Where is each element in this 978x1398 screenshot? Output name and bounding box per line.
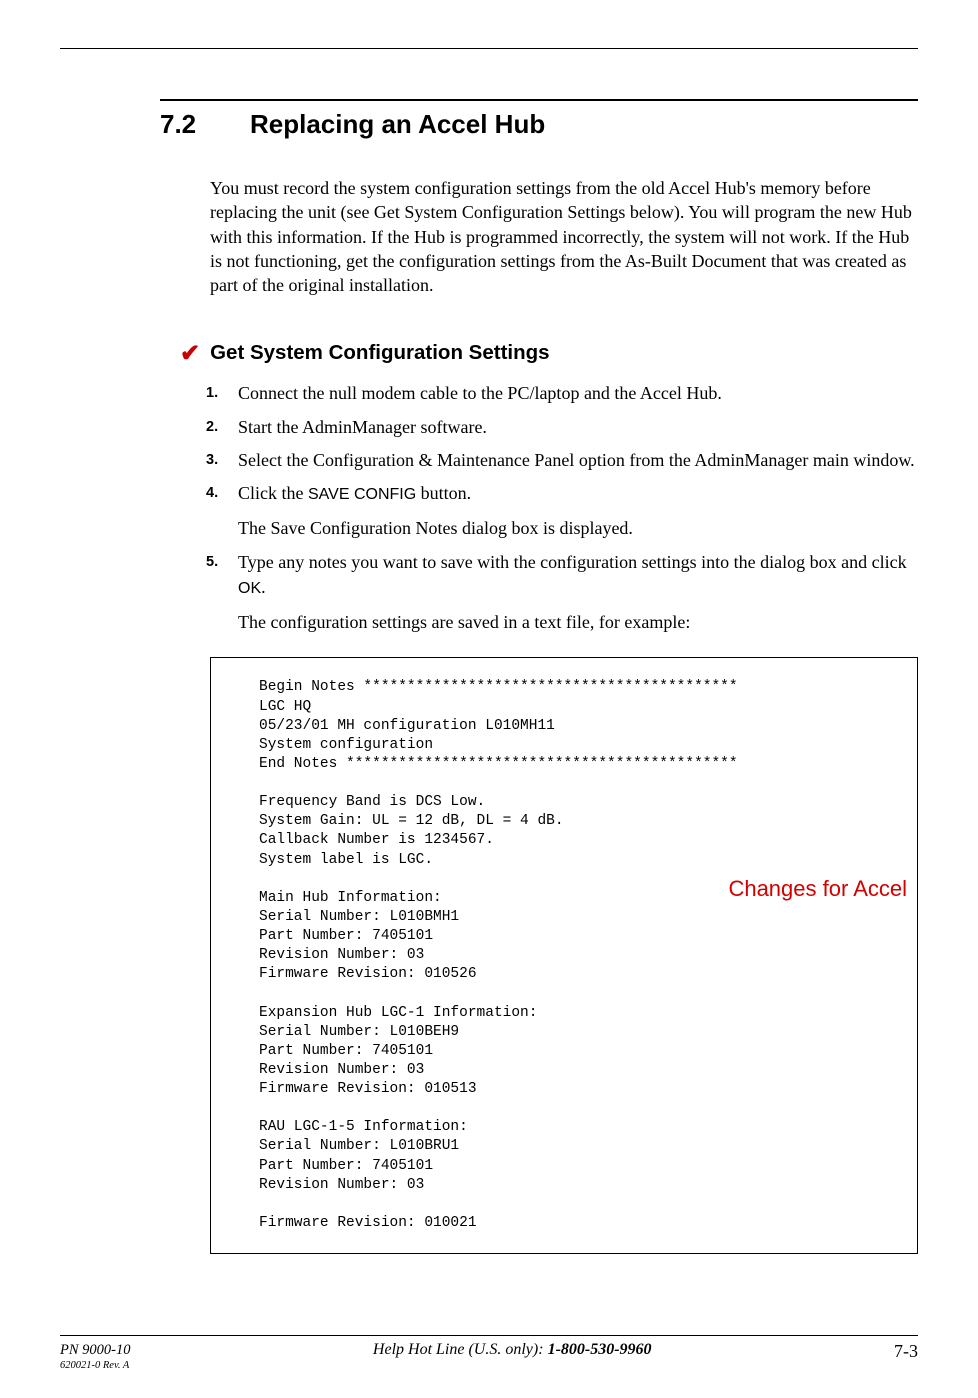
step-item: 4. Click the SAVE CONFIG button. The Sav…	[210, 481, 918, 542]
step-text-post: .	[261, 577, 266, 597]
step-item: 3. Select the Configuration & Maintenanc…	[210, 448, 918, 473]
button-label-ref: SAVE CONFIG	[308, 486, 416, 503]
footer-left: PN 9000-10 620021-0 Rev. A	[60, 1341, 130, 1372]
step-item: 1. Connect the null modem cable to the P…	[210, 381, 918, 406]
footer-center: Help Hot Line (U.S. only): 1-800-530-996…	[373, 1341, 652, 1359]
step-text: Select the Configuration & Maintenance P…	[238, 450, 915, 470]
step-text-pre: Type any notes you want to save with the…	[238, 552, 907, 572]
step-number: 4.	[206, 483, 218, 503]
top-horizontal-rule	[60, 48, 918, 49]
subsection-heading: Get System Configuration Settings	[210, 341, 549, 365]
step-text-post: button.	[416, 483, 471, 503]
section-heading: 7.2 Replacing an Accel Hub	[160, 99, 918, 140]
page-footer: PN 9000-10 620021-0 Rev. A Help Hot Line…	[60, 1341, 918, 1372]
section-number: 7.2	[160, 109, 250, 140]
step-item: 5. Type any notes you want to save with …	[210, 550, 918, 636]
step-number: 2.	[206, 417, 218, 437]
subsection-heading-row: ✔ Get System Configuration Settings	[180, 341, 918, 365]
button-label-ref: OK	[238, 580, 261, 597]
step-text: Start the AdminManager software.	[238, 417, 487, 437]
footer-rev: 620021-0 Rev. A	[60, 1359, 130, 1372]
step-text-pre: Click the	[238, 483, 308, 503]
footer-part-number: PN 9000-10	[60, 1341, 130, 1359]
step-number: 1.	[206, 383, 218, 403]
bottom-horizontal-rule	[60, 1335, 918, 1336]
section-title: Replacing an Accel Hub	[250, 109, 545, 140]
footer-hotline-label: Help Hot Line (U.S. only):	[373, 1341, 548, 1358]
step-item: 2. Start the AdminManager software.	[210, 415, 918, 440]
footer-hotline-number: 1-800-530-9960	[548, 1341, 652, 1358]
config-output-text: Begin Notes ****************************…	[259, 678, 909, 1233]
revision-annotation: Changes for Accel	[728, 876, 907, 902]
step-text: Connect the null modem cable to the PC/l…	[238, 383, 722, 403]
intro-paragraph: You must record the system configuration…	[210, 176, 918, 297]
footer-page-number: 7-3	[894, 1341, 918, 1362]
config-output-frame: Changes for Accel Begin Notes **********…	[210, 657, 918, 1254]
step-number: 5.	[206, 552, 218, 572]
step-follow-text: The configuration settings are saved in …	[238, 610, 918, 635]
step-follow-text: The Save Configuration Notes dialog box …	[238, 516, 918, 541]
steps-list: 1. Connect the null modem cable to the P…	[210, 381, 918, 635]
checkmark-icon: ✔	[180, 342, 200, 366]
step-number: 3.	[206, 450, 218, 470]
